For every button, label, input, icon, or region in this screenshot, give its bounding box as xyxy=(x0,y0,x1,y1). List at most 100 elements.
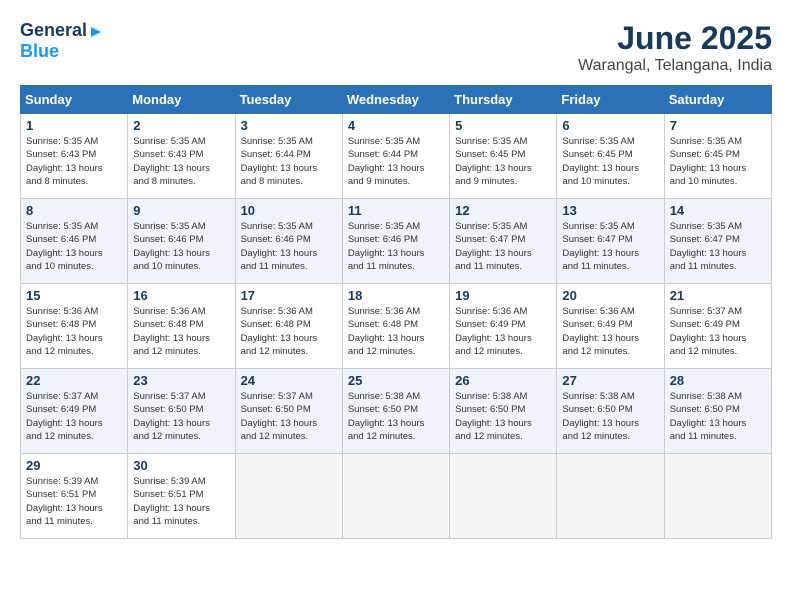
calendar-cell: 23 Sunrise: 5:37 AMSunset: 6:50 PMDayligh… xyxy=(128,369,235,454)
day-info: Sunrise: 5:37 AMSunset: 6:49 PMDaylight:… xyxy=(670,305,766,358)
calendar-cell: 11 Sunrise: 5:35 AMSunset: 6:46 PMDayligh… xyxy=(342,199,449,284)
day-number: 24 xyxy=(241,373,337,388)
logo-general-text: General xyxy=(20,20,87,41)
day-info: Sunrise: 5:35 AMSunset: 6:47 PMDaylight:… xyxy=(562,220,658,273)
calendar-cell: 29 Sunrise: 5:39 AMSunset: 6:51 PMDayligh… xyxy=(21,454,128,539)
day-info: Sunrise: 5:38 AMSunset: 6:50 PMDaylight:… xyxy=(670,390,766,443)
day-info: Sunrise: 5:35 AMSunset: 6:43 PMDaylight:… xyxy=(26,135,122,188)
calendar-cell: 13 Sunrise: 5:35 AMSunset: 6:47 PMDayligh… xyxy=(557,199,664,284)
day-number: 2 xyxy=(133,118,229,133)
page-header: General Blue June 2025 Warangal, Telanga… xyxy=(20,20,772,75)
day-number: 28 xyxy=(670,373,766,388)
day-number: 3 xyxy=(241,118,337,133)
day-number: 9 xyxy=(133,203,229,218)
day-number: 23 xyxy=(133,373,229,388)
column-header-saturday: Saturday xyxy=(664,86,771,114)
day-info: Sunrise: 5:35 AMSunset: 6:43 PMDaylight:… xyxy=(133,135,229,188)
calendar-cell xyxy=(342,454,449,539)
day-number: 1 xyxy=(26,118,122,133)
day-number: 22 xyxy=(26,373,122,388)
day-info: Sunrise: 5:35 AMSunset: 6:46 PMDaylight:… xyxy=(348,220,444,273)
calendar-cell: 9 Sunrise: 5:35 AMSunset: 6:46 PMDaylight… xyxy=(128,199,235,284)
calendar-cell: 28 Sunrise: 5:38 AMSunset: 6:50 PMDayligh… xyxy=(664,369,771,454)
calendar-cell: 5 Sunrise: 5:35 AMSunset: 6:45 PMDaylight… xyxy=(450,114,557,199)
calendar-week-1: 1 Sunrise: 5:35 AMSunset: 6:43 PMDaylight… xyxy=(21,114,772,199)
day-info: Sunrise: 5:35 AMSunset: 6:44 PMDaylight:… xyxy=(241,135,337,188)
day-info: Sunrise: 5:36 AMSunset: 6:48 PMDaylight:… xyxy=(26,305,122,358)
day-number: 30 xyxy=(133,458,229,473)
day-info: Sunrise: 5:39 AMSunset: 6:51 PMDaylight:… xyxy=(26,475,122,528)
calendar-cell: 1 Sunrise: 5:35 AMSunset: 6:43 PMDaylight… xyxy=(21,114,128,199)
calendar-cell: 6Sunrise: 5:35 AMSunset: 6:45 PMDaylight… xyxy=(557,114,664,199)
logo-blue-text: Blue xyxy=(20,41,59,62)
calendar-cell xyxy=(664,454,771,539)
day-number: 19 xyxy=(455,288,551,303)
calendar-cell: 21 Sunrise: 5:37 AMSunset: 6:49 PMDayligh… xyxy=(664,284,771,369)
calendar-cell: 15 Sunrise: 5:36 AMSunset: 6:48 PMDayligh… xyxy=(21,284,128,369)
column-header-tuesday: Tuesday xyxy=(235,86,342,114)
calendar-table: SundayMondayTuesdayWednesdayThursdayFrid… xyxy=(20,85,772,539)
calendar-cell: 20 Sunrise: 5:36 AMSunset: 6:49 PMDayligh… xyxy=(557,284,664,369)
calendar-cell: 3 Sunrise: 5:35 AMSunset: 6:44 PMDaylight… xyxy=(235,114,342,199)
calendar-cell: 7Sunrise: 5:35 AMSunset: 6:45 PMDaylight… xyxy=(664,114,771,199)
day-number: 10 xyxy=(241,203,337,218)
calendar-week-4: 22 Sunrise: 5:37 AMSunset: 6:49 PMDayligh… xyxy=(21,369,772,454)
calendar-header-row: SundayMondayTuesdayWednesdayThursdayFrid… xyxy=(21,86,772,114)
day-info: Sunrise: 5:36 AMSunset: 6:48 PMDaylight:… xyxy=(348,305,444,358)
calendar-cell: 16 Sunrise: 5:36 AMSunset: 6:48 PMDayligh… xyxy=(128,284,235,369)
day-info: Sunrise: 5:37 AMSunset: 6:50 PMDaylight:… xyxy=(241,390,337,443)
column-header-friday: Friday xyxy=(557,86,664,114)
day-number: 11 xyxy=(348,203,444,218)
day-info: Sunrise: 5:35 AMSunset: 6:45 PMDaylight:… xyxy=(670,135,766,188)
calendar-cell: 26 Sunrise: 5:38 AMSunset: 6:50 PMDayligh… xyxy=(450,369,557,454)
calendar-cell: 18Sunrise: 5:36 AMSunset: 6:48 PMDayligh… xyxy=(342,284,449,369)
day-info: Sunrise: 5:35 AMSunset: 6:46 PMDaylight:… xyxy=(133,220,229,273)
day-info: Sunrise: 5:35 AMSunset: 6:46 PMDaylight:… xyxy=(241,220,337,273)
calendar-cell: 2 Sunrise: 5:35 AMSunset: 6:43 PMDaylight… xyxy=(128,114,235,199)
calendar-cell xyxy=(235,454,342,539)
day-info: Sunrise: 5:37 AMSunset: 6:50 PMDaylight:… xyxy=(133,390,229,443)
day-info: Sunrise: 5:36 AMSunset: 6:49 PMDaylight:… xyxy=(562,305,658,358)
day-number: 27 xyxy=(562,373,658,388)
day-info: Sunrise: 5:36 AMSunset: 6:48 PMDaylight:… xyxy=(241,305,337,358)
day-info: Sunrise: 5:35 AMSunset: 6:45 PMDaylight:… xyxy=(455,135,551,188)
calendar-cell: 25 Sunrise: 5:38 AMSunset: 6:50 PMDayligh… xyxy=(342,369,449,454)
calendar-cell: 12Sunrise: 5:35 AMSunset: 6:47 PMDayligh… xyxy=(450,199,557,284)
day-number: 16 xyxy=(133,288,229,303)
calendar-cell: 8Sunrise: 5:35 AMSunset: 6:46 PMDaylight… xyxy=(21,199,128,284)
calendar-cell: 22 Sunrise: 5:37 AMSunset: 6:49 PMDayligh… xyxy=(21,369,128,454)
day-number: 21 xyxy=(670,288,766,303)
day-info: Sunrise: 5:35 AMSunset: 6:44 PMDaylight:… xyxy=(348,135,444,188)
day-number: 20 xyxy=(562,288,658,303)
day-number: 15 xyxy=(26,288,122,303)
calendar-cell: 14 Sunrise: 5:35 AMSunset: 6:47 PMDayligh… xyxy=(664,199,771,284)
logo: General Blue xyxy=(20,20,103,62)
day-number: 5 xyxy=(455,118,551,133)
day-info: Sunrise: 5:36 AMSunset: 6:48 PMDaylight:… xyxy=(133,305,229,358)
calendar-cell: 4Sunrise: 5:35 AMSunset: 6:44 PMDaylight… xyxy=(342,114,449,199)
month-title: June 2025 xyxy=(578,20,772,57)
calendar-week-3: 15 Sunrise: 5:36 AMSunset: 6:48 PMDayligh… xyxy=(21,284,772,369)
calendar-cell: 24 Sunrise: 5:37 AMSunset: 6:50 PMDayligh… xyxy=(235,369,342,454)
calendar-cell: 10 Sunrise: 5:35 AMSunset: 6:46 PMDayligh… xyxy=(235,199,342,284)
day-info: Sunrise: 5:39 AMSunset: 6:51 PMDaylight:… xyxy=(133,475,229,528)
day-info: Sunrise: 5:35 AMSunset: 6:47 PMDaylight:… xyxy=(670,220,766,273)
day-info: Sunrise: 5:38 AMSunset: 6:50 PMDaylight:… xyxy=(348,390,444,443)
calendar-week-2: 8Sunrise: 5:35 AMSunset: 6:46 PMDaylight… xyxy=(21,199,772,284)
column-header-monday: Monday xyxy=(128,86,235,114)
column-header-thursday: Thursday xyxy=(450,86,557,114)
day-info: Sunrise: 5:38 AMSunset: 6:50 PMDaylight:… xyxy=(455,390,551,443)
calendar-cell: 19 Sunrise: 5:36 AMSunset: 6:49 PMDayligh… xyxy=(450,284,557,369)
day-number: 13 xyxy=(562,203,658,218)
day-number: 26 xyxy=(455,373,551,388)
calendar-cell: 17Sunrise: 5:36 AMSunset: 6:48 PMDayligh… xyxy=(235,284,342,369)
title-area: June 2025 Warangal, Telangana, India xyxy=(578,20,772,75)
day-number: 25 xyxy=(348,373,444,388)
day-number: 12 xyxy=(455,203,551,218)
day-number: 6 xyxy=(562,118,658,133)
calendar-cell: 30 Sunrise: 5:39 AMSunset: 6:51 PMDayligh… xyxy=(128,454,235,539)
day-info: Sunrise: 5:37 AMSunset: 6:49 PMDaylight:… xyxy=(26,390,122,443)
day-number: 29 xyxy=(26,458,122,473)
day-info: Sunrise: 5:36 AMSunset: 6:49 PMDaylight:… xyxy=(455,305,551,358)
day-number: 14 xyxy=(670,203,766,218)
